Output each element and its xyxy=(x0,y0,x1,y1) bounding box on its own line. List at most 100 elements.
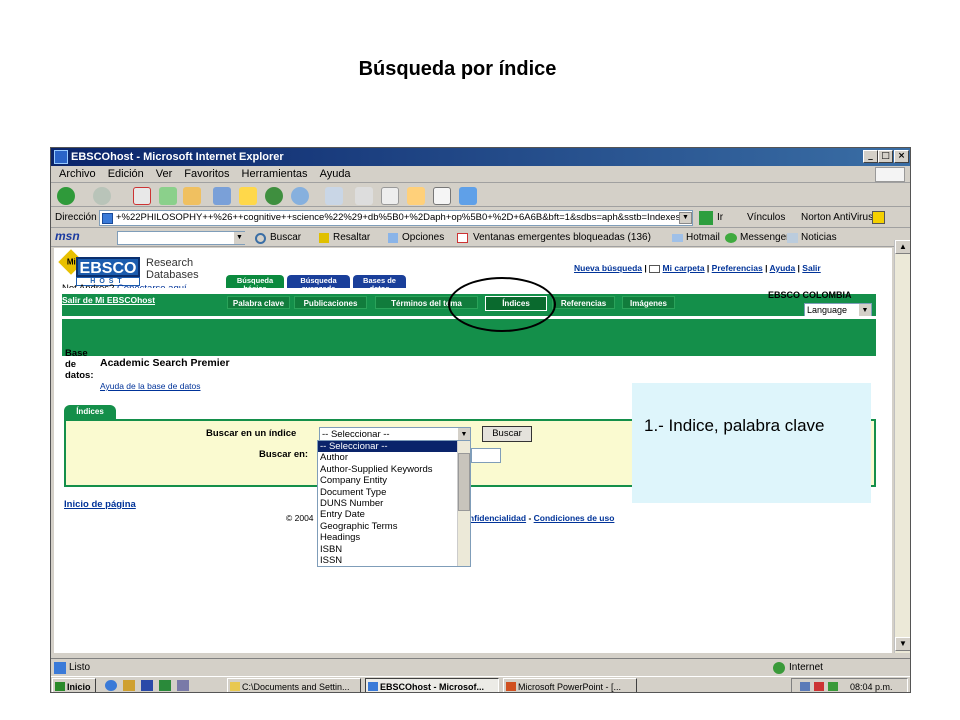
taskbar-item-explorer[interactable]: C:\Documents and Settin... xyxy=(227,678,361,692)
go-button[interactable]: Ir xyxy=(717,208,723,228)
address-input[interactable]: +%22PHILOSOPHY++%26++cognitive++science%… xyxy=(99,210,693,226)
msn-messenger[interactable]: Messenger xyxy=(725,229,789,247)
subtab-referencias[interactable]: Referencias xyxy=(552,296,615,309)
favorites-icon[interactable] xyxy=(239,187,257,205)
task-ppt-label: Microsoft PowerPoint - [... xyxy=(518,682,622,692)
menu-ver[interactable]: Ver xyxy=(156,168,173,180)
dropdown-scrollbar[interactable] xyxy=(457,441,470,566)
dropdown-option[interactable]: Company Entity xyxy=(318,475,470,486)
db-help-link[interactable]: Ayuda de la base de datos xyxy=(100,381,201,391)
taskbar-item-ebscohost[interactable]: EBSCOhost - Microsof... xyxy=(365,678,499,692)
quicklaunch-word-icon[interactable] xyxy=(141,680,153,691)
menu-archivo[interactable]: Archivo xyxy=(59,168,96,180)
salir-mi-ebscohost-link[interactable]: Salir de Mi EBSCOhost xyxy=(62,295,155,305)
msn-search-input[interactable] xyxy=(117,231,245,245)
subtab-imagenes[interactable]: Imágenes xyxy=(622,296,675,309)
windows-logo-icon xyxy=(875,167,905,182)
buscar-button[interactable]: Buscar xyxy=(482,426,532,442)
close-button[interactable]: × xyxy=(894,150,909,163)
ayuda-link[interactable]: Ayuda xyxy=(770,263,796,273)
stop-icon[interactable] xyxy=(133,187,151,205)
menu-favoritos[interactable]: Favoritos xyxy=(184,168,229,180)
menu-ayuda[interactable]: Ayuda xyxy=(320,168,351,180)
dropdown-option[interactable]: Geographic Terms xyxy=(318,521,470,532)
subtab-publicaciones[interactable]: Publicaciones xyxy=(294,296,367,309)
msn-resaltar[interactable]: Resaltar xyxy=(319,229,370,247)
go-icon[interactable] xyxy=(699,211,713,225)
edit-icon[interactable] xyxy=(381,187,399,205)
msn-popups-label: Ventanas emergentes bloqueadas (136) xyxy=(473,232,651,243)
norton-label[interactable]: Norton AntiVirus xyxy=(801,208,873,228)
mi-carpeta-link[interactable]: Mi carpeta xyxy=(663,263,705,273)
search-icon[interactable] xyxy=(213,187,231,205)
tray-volume-icon[interactable] xyxy=(828,682,838,691)
quicklaunch-outlook-icon[interactable] xyxy=(123,680,135,691)
msn-resaltar-label: Resaltar xyxy=(333,232,371,243)
minimize-button[interactable]: _ xyxy=(863,150,878,163)
address-dropdown-icon[interactable]: ▼ xyxy=(679,212,692,224)
dropdown-option[interactable]: Entry Date xyxy=(318,509,470,520)
index-dropdown-list[interactable]: -- Seleccionar -- Author Author-Supplied… xyxy=(317,440,471,567)
dropdown-option[interactable]: Author-Supplied Keywords xyxy=(318,464,470,475)
options-icon xyxy=(388,233,398,243)
dropdown-option[interactable]: ISBN xyxy=(318,544,470,555)
links-label[interactable]: Vínculos xyxy=(747,208,785,228)
msn-hotmail[interactable]: Hotmail xyxy=(672,229,720,247)
annotation-callout: 1.- Indice, palabra clave xyxy=(632,383,871,503)
home-icon[interactable] xyxy=(183,187,201,205)
task-ebsco-label: EBSCOhost - Microsof... xyxy=(380,682,485,692)
tray-antivirus-icon[interactable] xyxy=(814,682,824,691)
subtab-palabra-clave[interactable]: Palabra clave xyxy=(227,296,290,309)
discuss-icon[interactable] xyxy=(407,187,425,205)
back-icon[interactable] xyxy=(57,187,75,205)
highlight-ellipse xyxy=(448,277,556,332)
quicklaunch-excel-icon[interactable] xyxy=(159,680,171,691)
msn-popups-blocked[interactable]: Ventanas emergentes bloqueadas (136) xyxy=(457,229,651,247)
msn-buscar-label: Buscar xyxy=(270,232,302,243)
dropdown-option[interactable]: ISSN xyxy=(318,555,470,566)
messenger-icon[interactable] xyxy=(459,187,477,205)
dropdown-option[interactable]: DUNS Number xyxy=(318,498,470,509)
tray-network-icon[interactable] xyxy=(800,682,810,691)
research-databases: Research Databases xyxy=(146,257,199,281)
msn-buscar[interactable]: Buscar xyxy=(255,229,301,247)
mail-icon[interactable] xyxy=(325,187,343,205)
index-select-value: -- Seleccionar -- xyxy=(322,429,390,440)
preferencias-link[interactable]: Preferencias xyxy=(712,263,763,273)
top-of-page-link[interactable]: Inicio de página xyxy=(64,499,136,510)
start-button[interactable]: Inicio xyxy=(52,678,96,692)
dropdown-option[interactable]: Headings xyxy=(318,532,470,543)
search-in-input[interactable] xyxy=(471,448,501,463)
nueva-busqueda-link[interactable]: Nueva búsqueda xyxy=(574,263,642,273)
print-icon[interactable] xyxy=(355,187,373,205)
quicklaunch-ie-icon[interactable] xyxy=(105,680,117,691)
msn-noticias[interactable]: Noticias xyxy=(787,229,837,247)
salir-link[interactable]: Salir xyxy=(802,263,820,273)
scroll-down-icon[interactable]: ▼ xyxy=(895,637,910,651)
system-tray: 08:04 p.m. xyxy=(791,678,908,692)
menu-herramientas[interactable]: Herramientas xyxy=(242,168,308,180)
dropdown-scroll-thumb[interactable] xyxy=(458,453,470,511)
forward-icon[interactable] xyxy=(93,187,111,205)
media-icon[interactable] xyxy=(265,187,283,205)
panel-tab-indices[interactable]: Índices xyxy=(64,405,116,419)
dropdown-option[interactable]: Author xyxy=(318,452,470,463)
scroll-up-icon[interactable]: ▲ xyxy=(895,240,910,254)
restore-button[interactable]: □ xyxy=(878,150,893,163)
msn-opciones[interactable]: Opciones xyxy=(388,229,444,247)
research-icon[interactable] xyxy=(433,187,451,205)
dropdown-option[interactable]: -- Seleccionar -- xyxy=(318,441,470,453)
browse-label: Buscar en un índice xyxy=(206,428,297,439)
window-titlebar[interactable]: EBSCOhost - Microsoft Internet Explorer … xyxy=(51,148,910,166)
search-in-label: Buscar en: xyxy=(259,449,309,460)
taskbar-item-powerpoint[interactable]: Microsoft PowerPoint - [... xyxy=(503,678,637,692)
page-scrollbar[interactable]: ▲ ▼ xyxy=(894,240,910,653)
terms-link[interactable]: Condiciones de uso xyxy=(534,513,615,523)
quicklaunch-desktop-icon[interactable] xyxy=(177,680,189,691)
menu-edicion[interactable]: Edición xyxy=(108,168,144,180)
refresh-icon[interactable] xyxy=(159,187,177,205)
history-icon[interactable] xyxy=(291,187,309,205)
dropdown-option[interactable]: Document Type xyxy=(318,487,470,498)
msn-dropdown-icon[interactable]: ▼ xyxy=(234,232,245,244)
norton-icon[interactable] xyxy=(872,211,885,224)
